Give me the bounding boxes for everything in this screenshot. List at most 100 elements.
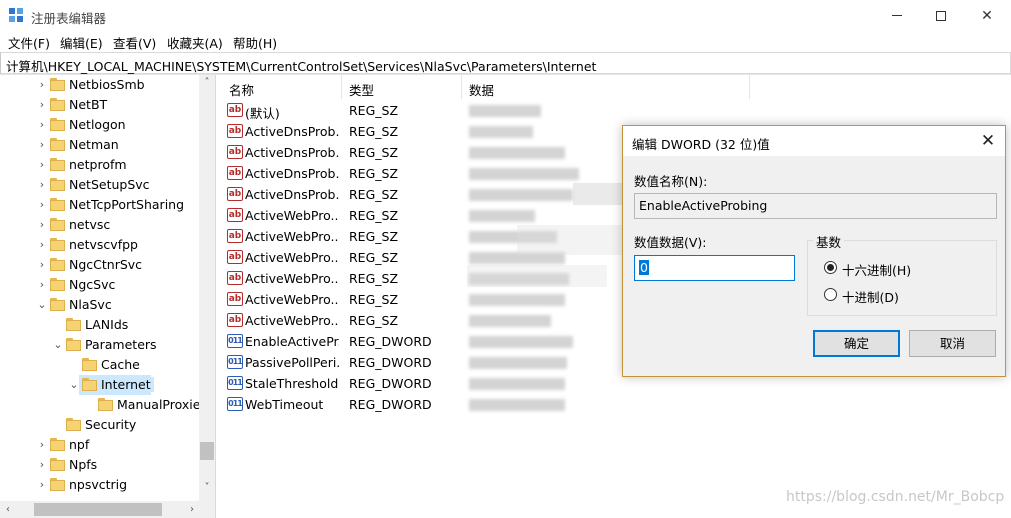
value-data-redacted xyxy=(469,378,565,390)
folder-icon xyxy=(82,358,97,371)
menu-view[interactable]: 查看(V) xyxy=(113,33,156,52)
tree-item[interactable]: › NetSetupSvc xyxy=(0,175,200,195)
base-label: 基数 xyxy=(813,232,845,251)
decimal-radio-label[interactable]: 十进制(D) xyxy=(842,287,899,306)
column-header-type[interactable]: 类型 xyxy=(349,75,374,99)
tree-item[interactable]: › NetbiosSmb xyxy=(0,75,200,95)
dialog-close-icon[interactable]: ✕ xyxy=(977,130,999,152)
tree-item[interactable]: › NgcSvc xyxy=(0,275,200,295)
tree-item-label: Netman xyxy=(69,137,119,152)
menu-edit[interactable]: 编辑(E) xyxy=(60,33,103,52)
scroll-down-icon[interactable]: ˅ xyxy=(199,480,215,496)
minimize-icon xyxy=(892,15,902,16)
cancel-button[interactable]: 取消 xyxy=(909,330,996,357)
scroll-left-icon[interactable]: ‹ xyxy=(0,501,16,518)
chevron-right-icon[interactable]: › xyxy=(36,198,48,212)
tree-item[interactable]: ManualProxies xyxy=(0,395,207,415)
tree-item[interactable]: ⌄ Internet xyxy=(0,375,200,395)
value-data-redacted xyxy=(469,105,541,117)
tree-item[interactable]: › NgcCtnrSvc xyxy=(0,255,200,275)
blurred-area xyxy=(467,265,607,287)
chevron-right-icon[interactable]: › xyxy=(36,78,48,92)
chevron-right-icon[interactable]: › xyxy=(36,138,48,152)
decimal-radio[interactable] xyxy=(824,288,837,301)
value-name: PassivePollPeri... xyxy=(245,355,339,370)
folder-icon xyxy=(50,238,65,251)
close-button[interactable]: ✕ xyxy=(964,0,1010,31)
tree-item[interactable]: ⌄ NlaSvc xyxy=(0,295,200,315)
value-type: REG_SZ xyxy=(349,208,399,223)
value-row[interactable]: ab (默认) REG_SZ xyxy=(217,100,757,121)
chevron-right-icon[interactable]: › xyxy=(36,258,48,272)
chevron-right-icon[interactable]: › xyxy=(36,478,48,492)
scroll-thumb[interactable] xyxy=(200,442,214,460)
menu-bar: 文件(F) 编辑(E) 查看(V) 收藏夹(A) 帮助(H) xyxy=(0,31,1011,51)
tree-item[interactable]: Security xyxy=(0,415,200,435)
folder-icon xyxy=(50,118,65,131)
column-header-data[interactable]: 数据 xyxy=(469,75,494,99)
chevron-down-icon[interactable]: ⌄ xyxy=(68,378,80,392)
tree-item[interactable]: › Npfs xyxy=(0,455,200,475)
tree-item-label: Security xyxy=(85,417,137,432)
tree-horizontal-scrollbar[interactable]: ‹ › xyxy=(0,501,215,518)
column-divider[interactable] xyxy=(461,75,462,99)
folder-icon xyxy=(50,158,65,171)
tree-item[interactable]: › Netman xyxy=(0,135,200,155)
value-data-input[interactable]: 0 xyxy=(634,255,795,281)
chevron-right-icon[interactable]: › xyxy=(36,278,48,292)
chevron-right-icon[interactable]: › xyxy=(36,178,48,192)
value-name: ActiveDnsProb... xyxy=(245,187,339,202)
column-divider[interactable] xyxy=(749,75,750,99)
tree-item[interactable]: › netvscvfpp xyxy=(0,235,200,255)
tree-item[interactable]: Cache xyxy=(0,355,200,375)
scroll-right-icon[interactable]: › xyxy=(184,501,200,518)
chevron-right-icon[interactable]: › xyxy=(36,238,48,252)
value-name: ActiveWebPro... xyxy=(245,313,339,328)
minimize-button[interactable] xyxy=(874,0,920,31)
chevron-right-icon[interactable]: › xyxy=(36,218,48,232)
chevron-down-icon[interactable]: ⌄ xyxy=(52,338,64,352)
value-name-field[interactable]: EnableActiveProbing xyxy=(634,193,997,219)
tree-item[interactable]: › Netlogon xyxy=(0,115,200,135)
tree-item[interactable]: › npf xyxy=(0,435,200,455)
hex-radio[interactable] xyxy=(824,261,837,274)
string-value-icon: ab xyxy=(227,208,243,222)
value-type: REG_SZ xyxy=(349,166,399,181)
chevron-right-icon[interactable]: › xyxy=(36,118,48,132)
tree-item[interactable]: ⌄ Parameters xyxy=(0,335,200,355)
chevron-right-icon[interactable]: › xyxy=(36,158,48,172)
chevron-right-icon[interactable]: › xyxy=(36,458,48,472)
tree-item[interactable]: › netvsc xyxy=(0,215,200,235)
ok-button[interactable]: 确定 xyxy=(813,330,900,357)
value-row[interactable]: 011 WebTimeout REG_DWORD xyxy=(217,394,757,415)
string-value-icon: ab xyxy=(227,313,243,327)
tree-item[interactable]: › NetBT xyxy=(0,95,200,115)
key-tree[interactable]: › NetbiosSmb › NetBT › Netlogon › Netman › netpro… xyxy=(0,75,216,518)
folder-icon xyxy=(50,198,65,211)
column-header-name[interactable]: 名称 xyxy=(229,75,254,99)
chevron-down-icon[interactable]: ⌄ xyxy=(36,298,48,312)
tree-item[interactable]: › npsvctrig xyxy=(0,475,200,495)
menu-favorites[interactable]: 收藏夹(A) xyxy=(167,33,223,52)
chevron-right-icon[interactable]: › xyxy=(36,98,48,112)
string-value-icon: ab xyxy=(227,187,243,201)
maximize-button[interactable] xyxy=(918,0,964,31)
scroll-thumb-h[interactable] xyxy=(34,503,162,516)
tree-item-label: NgcCtnrSvc xyxy=(69,257,143,272)
menu-file[interactable]: 文件(F) xyxy=(8,33,50,52)
tree-item[interactable]: › netprofm xyxy=(0,155,200,175)
tree-item[interactable]: LANIds xyxy=(0,315,200,335)
menu-help[interactable]: 帮助(H) xyxy=(233,33,277,52)
value-data-redacted xyxy=(469,336,573,348)
value-type: REG_DWORD xyxy=(349,376,432,391)
address-bar[interactable]: 计算机\HKEY_LOCAL_MACHINE\SYSTEM\CurrentCon… xyxy=(0,52,1011,74)
tree-item[interactable]: › NetTcpPortSharing xyxy=(0,195,200,215)
folder-icon xyxy=(66,418,81,431)
scroll-up-icon[interactable]: ˄ xyxy=(199,75,215,91)
column-divider[interactable] xyxy=(341,75,342,99)
folder-icon xyxy=(66,338,81,351)
tree-vertical-scrollbar[interactable]: ˄ ˅ xyxy=(199,75,215,501)
hex-radio-label[interactable]: 十六进制(H) xyxy=(842,260,911,279)
chevron-right-icon[interactable]: › xyxy=(36,438,48,452)
value-type: REG_DWORD xyxy=(349,397,432,412)
